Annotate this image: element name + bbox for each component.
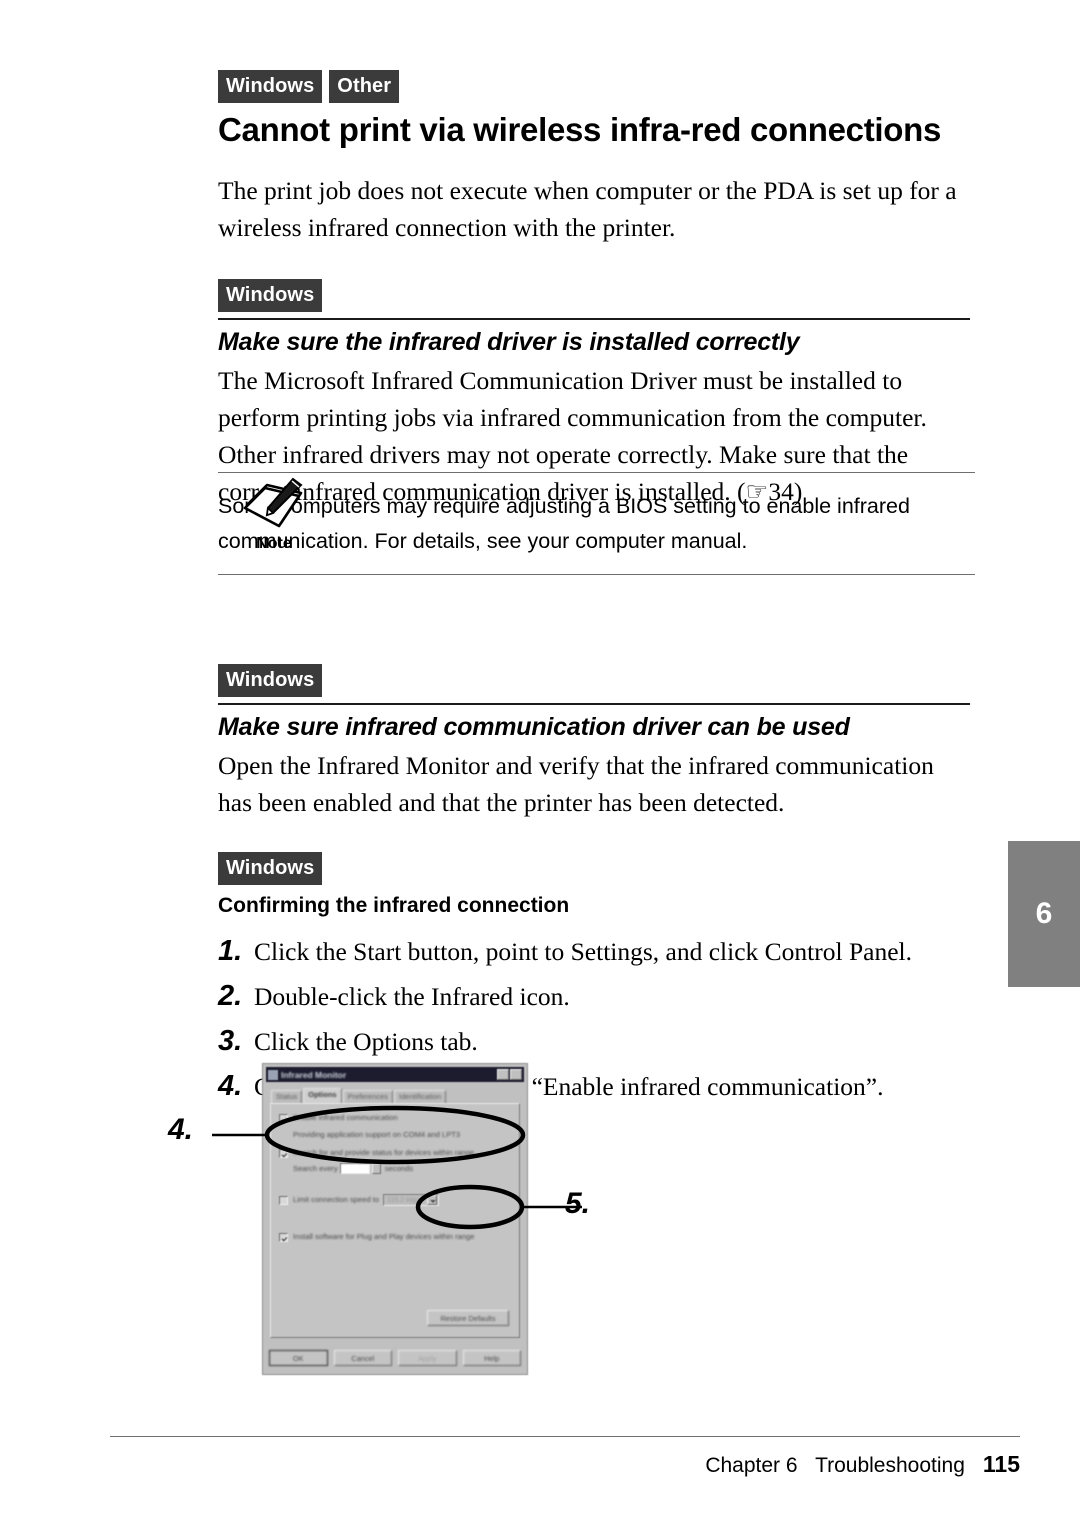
step-number: 3. bbox=[218, 1024, 243, 1057]
apply-button: Apply bbox=[398, 1350, 457, 1366]
os-badge-windows: Windows bbox=[218, 851, 323, 885]
spinner-icon[interactable] bbox=[371, 1163, 381, 1174]
help-button-icon[interactable] bbox=[496, 1069, 509, 1080]
topic-header: Windows Other Cannot print via wireless … bbox=[218, 70, 970, 247]
callout-number-5: 5. bbox=[565, 1187, 591, 1220]
callout-number-4: 4. bbox=[168, 1113, 194, 1146]
footer-page-number: 115 bbox=[982, 1451, 1020, 1477]
dialog-options-panel: Enable infrared communication Providing … bbox=[270, 1103, 520, 1338]
topic-intro-text: The print job does not execute when comp… bbox=[218, 175, 957, 242]
dialog-title-text: Infrared Monitor bbox=[281, 1069, 347, 1080]
dialog-app-icon bbox=[268, 1069, 278, 1080]
dialog-footer-buttons: OK Cancel Apply Help bbox=[269, 1350, 521, 1368]
section2-body-text: Open the Infrared Monitor and verify tha… bbox=[218, 750, 934, 817]
close-icon[interactable] bbox=[510, 1069, 522, 1080]
option-support-note: Providing application support on COM4 an… bbox=[293, 1130, 461, 1139]
connection-speed-value: 115.2 kbps bbox=[387, 1196, 421, 1204]
os-badge-windows: Windows bbox=[218, 663, 323, 697]
os-badge-windows: Windows bbox=[218, 278, 323, 312]
note-icon-wrap: Note bbox=[226, 477, 322, 553]
connection-speed-select[interactable]: 115.2 kbps bbox=[383, 1194, 440, 1206]
search-interval-suffix: seconds bbox=[384, 1163, 414, 1173]
topic-badge-row: Windows Other bbox=[218, 70, 970, 103]
option-limit-speed[interactable]: Limit connection speed to 115.2 kbps bbox=[279, 1194, 511, 1206]
checkbox-icon[interactable] bbox=[279, 1114, 288, 1123]
step-text: Click the Options tab. bbox=[254, 1026, 478, 1056]
note-inner: Note Some computers may require adjustin… bbox=[218, 472, 975, 575]
tab-preferences[interactable]: Preferences bbox=[342, 1090, 394, 1104]
tab-identification[interactable]: Identification bbox=[394, 1090, 447, 1104]
dialog-title-bar: Infrared Monitor bbox=[266, 1067, 524, 1082]
note-icon-label: Note bbox=[256, 535, 292, 552]
dialog-tab-strip: Status Options Preferences Identificatio… bbox=[271, 1088, 519, 1104]
tab-options[interactable]: Options bbox=[303, 1088, 342, 1104]
step-number: 2. bbox=[218, 979, 243, 1012]
option-label: Search for and provide status for device… bbox=[293, 1148, 475, 1157]
dialog-title-buttons bbox=[496, 1069, 522, 1080]
ok-button[interactable]: OK bbox=[269, 1350, 328, 1366]
checkbox-icon[interactable] bbox=[279, 1233, 288, 1242]
chapter-thumb-tab: 6 bbox=[1008, 841, 1080, 987]
section2-divider bbox=[218, 702, 970, 705]
chevron-down-icon[interactable] bbox=[427, 1195, 438, 1205]
section2-heading: Make sure infrared communication driver … bbox=[218, 712, 850, 741]
section1-badge-row: Windows bbox=[218, 278, 970, 312]
note-block: Note Some computers may require adjustin… bbox=[110, 472, 975, 575]
restore-defaults-button[interactable]: Restore Defaults bbox=[427, 1310, 509, 1326]
procedure-heading: Confirming the infrared connection bbox=[218, 893, 570, 917]
list-item: 3. Click the Options tab. bbox=[218, 1026, 970, 1058]
search-interval-prefix: Search every bbox=[293, 1163, 338, 1173]
figure-infrared-monitor-dialog: Infrared Monitor Status Options Preferen… bbox=[150, 1055, 670, 1385]
step-text: Click the Start button, point to Setting… bbox=[254, 936, 912, 966]
infrared-monitor-dialog: Infrared Monitor Status Options Preferen… bbox=[262, 1063, 528, 1375]
footer-chapter: Chapter 6 bbox=[705, 1454, 798, 1477]
footer-line: Chapter 6 Troubleshooting 115 bbox=[110, 1451, 1020, 1478]
checkbox-icon[interactable] bbox=[279, 1149, 288, 1158]
section1-divider bbox=[218, 317, 970, 320]
note-text: Some computers may require adjusting a B… bbox=[218, 494, 910, 554]
section1-heading: Make sure the infrared driver is install… bbox=[218, 327, 800, 356]
step-number: 1. bbox=[218, 934, 243, 967]
page-footer: Chapter 6 Troubleshooting 115 bbox=[110, 1436, 1020, 1478]
section2-badge-row: Windows bbox=[218, 663, 970, 697]
option-search-devices[interactable]: Search for and provide status for device… bbox=[279, 1148, 511, 1158]
option-label: Install software for Plug and Play devic… bbox=[293, 1232, 475, 1241]
os-badge-windows: Windows bbox=[218, 70, 323, 103]
page-title: Cannot print via wireless infra-red conn… bbox=[218, 111, 942, 148]
option-install-pnp-software[interactable]: Install software for Plug and Play devic… bbox=[279, 1232, 511, 1242]
footer-section: Troubleshooting bbox=[815, 1454, 965, 1477]
checkbox-icon[interactable] bbox=[279, 1196, 288, 1205]
note-pencil-icon bbox=[243, 477, 303, 528]
tab-status[interactable]: Status bbox=[271, 1090, 303, 1104]
option-search-interval: Search every seconds bbox=[293, 1163, 511, 1174]
manual-page: Windows Other Cannot print via wireless … bbox=[0, 0, 1080, 1533]
step-text: Double-click the Infrared icon. bbox=[254, 981, 570, 1011]
option-label: Enable infrared communication bbox=[293, 1113, 398, 1122]
os-badge-other: Other bbox=[329, 70, 400, 103]
cancel-button[interactable]: Cancel bbox=[333, 1350, 392, 1366]
help-button[interactable]: Help bbox=[462, 1350, 521, 1366]
option-enable-infrared[interactable]: Enable infrared communication bbox=[279, 1113, 511, 1123]
list-item: 2. Double-click the Infrared icon. bbox=[218, 981, 970, 1013]
procedure-badge-row: Windows bbox=[218, 851, 970, 885]
list-item: 1. Click the Start button, point to Sett… bbox=[218, 936, 970, 968]
footer-divider bbox=[110, 1436, 1020, 1437]
search-interval-input[interactable] bbox=[339, 1163, 370, 1174]
option-label: Limit connection speed to bbox=[293, 1195, 380, 1205]
section-infrared-usable: Windows Make sure infrared communication… bbox=[218, 663, 970, 822]
